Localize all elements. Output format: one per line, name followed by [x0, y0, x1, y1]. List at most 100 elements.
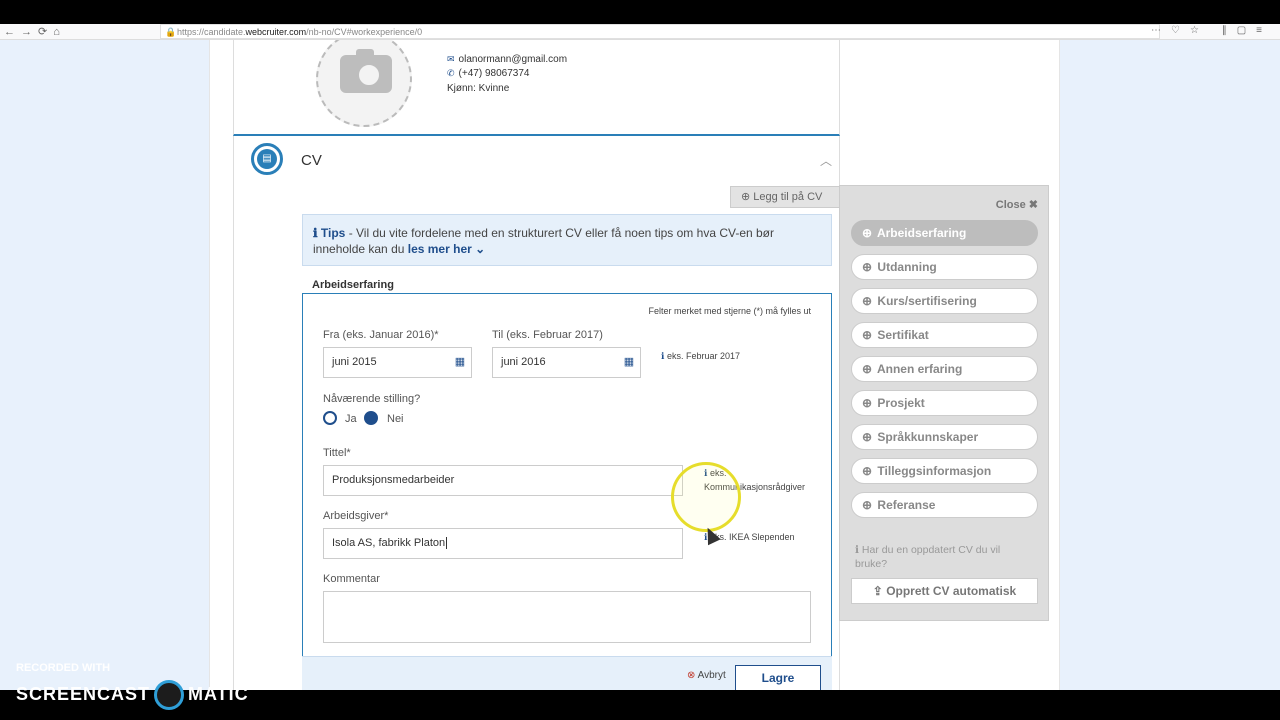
profile-card: ✉ olanormann@gmail.com ✆ (+47) 98067374 Kj… — [233, 40, 840, 136]
date-hint-text: eks. Februar 2017 — [666, 351, 740, 361]
panel-item-referanse[interactable]: ⊕ Referanse — [851, 492, 1038, 518]
plus-circle-icon: ⊕ — [862, 430, 873, 444]
required-note: Felter merket med stjerne (*) må fylles … — [648, 306, 811, 316]
recorder-watermark-logo: SCREENCAST MATIC — [16, 680, 249, 710]
panel-item-annen-erfaring[interactable]: ⊕ Annen erfaring — [851, 356, 1038, 382]
form-section-title: Arbeidserfaring — [312, 279, 394, 291]
envelope-icon: ✉ — [447, 54, 455, 64]
close-label: Close — [995, 199, 1026, 211]
info-icon: ℹ — [661, 351, 665, 361]
employer-value: Isola AS, fabrikk Platon — [332, 537, 446, 549]
date-hint: ℹ eks. Februar 2017 — [661, 349, 740, 363]
info-icon: ℹ — [313, 226, 321, 240]
form-box: Felter merket med stjerne (*) må fylles … — [302, 293, 832, 663]
contact-email: ✉ olanormann@gmail.com — [447, 54, 567, 65]
panel-item-label: Annen erfaring — [876, 362, 963, 376]
read-more-label: les mer her — [407, 242, 472, 256]
radio-no-label: Nei — [387, 413, 404, 425]
upload-icon: ⇪ — [872, 584, 883, 598]
add-to-cv-button[interactable]: ⊕ Legg til på CV — [730, 186, 840, 208]
plus-circle-icon: ⊕ — [862, 226, 873, 240]
job-title-input[interactable]: Produksjonsmedarbeider — [323, 465, 683, 496]
form-actions-bar: ⊗ Avbryt Lagre — [302, 656, 832, 690]
chevron-down-icon: ⌄ — [475, 242, 486, 256]
read-more-link[interactable]: les mer her ⌄ — [408, 242, 485, 256]
email-text: olanormann@gmail.com — [458, 54, 568, 65]
employer-label: Arbeidsgiver* — [323, 510, 389, 522]
calendar-icon[interactable]: ▦ — [618, 348, 640, 377]
panel-item-sertifikat[interactable]: ⊕ Sertifikat — [851, 322, 1038, 348]
profile-photo-placeholder[interactable] — [316, 40, 412, 127]
browser-nav-icons[interactable]: ←→⟳⌂ — [4, 25, 66, 38]
calendar-icon[interactable]: ▦ — [449, 348, 471, 377]
url-path: /nb-no/CV#workexperience/0 — [306, 27, 423, 37]
panel-item-label: Prosjekt — [877, 396, 925, 410]
contact-phone: ✆ (+47) 98067374 — [447, 68, 529, 79]
create-cv-label: Opprett CV automatisk — [886, 584, 1017, 598]
chevron-up-icon[interactable]: ︿ — [820, 152, 832, 169]
page-viewport: ✉ olanormann@gmail.com ✆ (+47) 98067374 Kj… — [0, 40, 1280, 690]
employer-input[interactable]: Isola AS, fabrikk Platon — [323, 528, 683, 559]
work-experience-form-panel: ℹ Tips - Vil du vite fordelene med en st… — [302, 214, 832, 690]
panel-item-sprakkunnskaper[interactable]: ⊕ Språkkunnskaper — [851, 424, 1038, 450]
to-date-label: Til (eks. Februar 2017) — [492, 329, 603, 341]
plus-circle-icon: ⊕ — [862, 396, 873, 410]
plus-circle-icon: ⊕ — [862, 362, 873, 376]
plus-circle-icon: ⊕ — [741, 191, 754, 203]
plus-circle-icon: ⊕ — [862, 498, 873, 512]
tips-text: - Vil du vite fordelene med en strukture… — [313, 226, 775, 256]
panel-item-utdanning[interactable]: ⊕ Utdanning — [851, 254, 1038, 280]
panel-item-arbeidserfaring[interactable]: ⊕ Arbeidserfaring — [851, 220, 1038, 246]
employer-hint-text: eks. IKEA Slependen — [709, 532, 795, 542]
radio-yes[interactable] — [323, 411, 337, 425]
create-cv-automatically-button[interactable]: ⇪ Opprett CV automatisk — [851, 578, 1038, 604]
tips-label: Tips — [320, 226, 346, 240]
to-date-value: juni 2016 — [501, 356, 546, 368]
recorder-watermark-line1: RECORDED WITH — [16, 662, 111, 674]
panel-item-kurs[interactable]: ⊕ Kurs/sertifisering — [851, 288, 1038, 314]
from-date-value: juni 2015 — [332, 356, 377, 368]
text-caret — [446, 537, 448, 549]
cancel-label: Avbryt — [697, 670, 726, 681]
document-icon: ▤ — [257, 149, 277, 169]
url-domain: webcruiter.com — [245, 27, 307, 37]
plus-circle-icon: ⊕ — [862, 328, 873, 342]
screen-letterbox-top — [0, 0, 1280, 24]
current-position-label: Nåværende stilling? — [323, 393, 421, 405]
panel-item-label: Tilleggsinformasjon — [877, 464, 992, 478]
job-title-label: Tittel* — [323, 447, 351, 459]
lock-icon: 🔒 — [165, 27, 177, 37]
panel-item-label: Språkkunnskaper — [877, 430, 979, 444]
browser-menu-icons[interactable]: ⋯♡☆ ∥▢≡ — [1151, 25, 1272, 36]
browser-toolbar: ←→⟳⌂ 🔒 https://candidate.webcruiter.com/… — [0, 24, 1280, 40]
panel-item-label: Kurs/sertifisering — [877, 294, 977, 308]
click-highlight-ring — [671, 462, 741, 532]
to-date-input[interactable]: juni 2016 ▦ — [492, 347, 641, 378]
add-to-cv-label: Legg til på CV — [753, 191, 823, 203]
plus-circle-icon: ⊕ — [862, 294, 873, 308]
from-date-input[interactable]: juni 2015 ▦ — [323, 347, 472, 378]
phone-icon: ✆ — [447, 68, 455, 78]
import-cv-question-text: Har du en oppdatert CV du vil bruke? — [855, 544, 1001, 570]
cv-section-title: CV — [301, 152, 322, 169]
save-button[interactable]: Lagre — [735, 665, 821, 690]
contact-gender: Kjønn: Kvinne — [447, 83, 510, 94]
address-bar[interactable]: 🔒 https://candidate.webcruiter.com/nb-no… — [160, 24, 1160, 39]
cancel-button[interactable]: ⊗ Avbryt — [687, 670, 726, 681]
watermark-text-b: MATIC — [188, 683, 249, 704]
close-circle-icon: ⊗ — [687, 670, 696, 681]
radio-yes-label: Ja — [345, 413, 357, 425]
panel-item-label: Arbeidserfaring — [876, 226, 967, 240]
panel-item-tilleggsinformasjon[interactable]: ⊕ Tilleggsinformasjon — [851, 458, 1038, 484]
watermark-text-a: SCREENCAST — [16, 683, 151, 704]
import-cv-question: ℹ Har du en oppdatert CV du vil bruke? — [851, 539, 1038, 579]
comment-textarea[interactable] — [323, 591, 811, 643]
panel-item-prosjekt[interactable]: ⊕ Prosjekt — [851, 390, 1038, 416]
camera-icon — [340, 49, 392, 93]
close-icon: ✖ — [1028, 199, 1038, 211]
radio-no[interactable] — [364, 411, 378, 425]
panel-item-label: Sertifikat — [877, 328, 929, 342]
close-panel-button[interactable]: Close ✖ — [996, 198, 1038, 211]
from-date-label: Fra (eks. Januar 2016)* — [323, 329, 439, 341]
cv-section-badge: ▤ — [251, 143, 283, 175]
